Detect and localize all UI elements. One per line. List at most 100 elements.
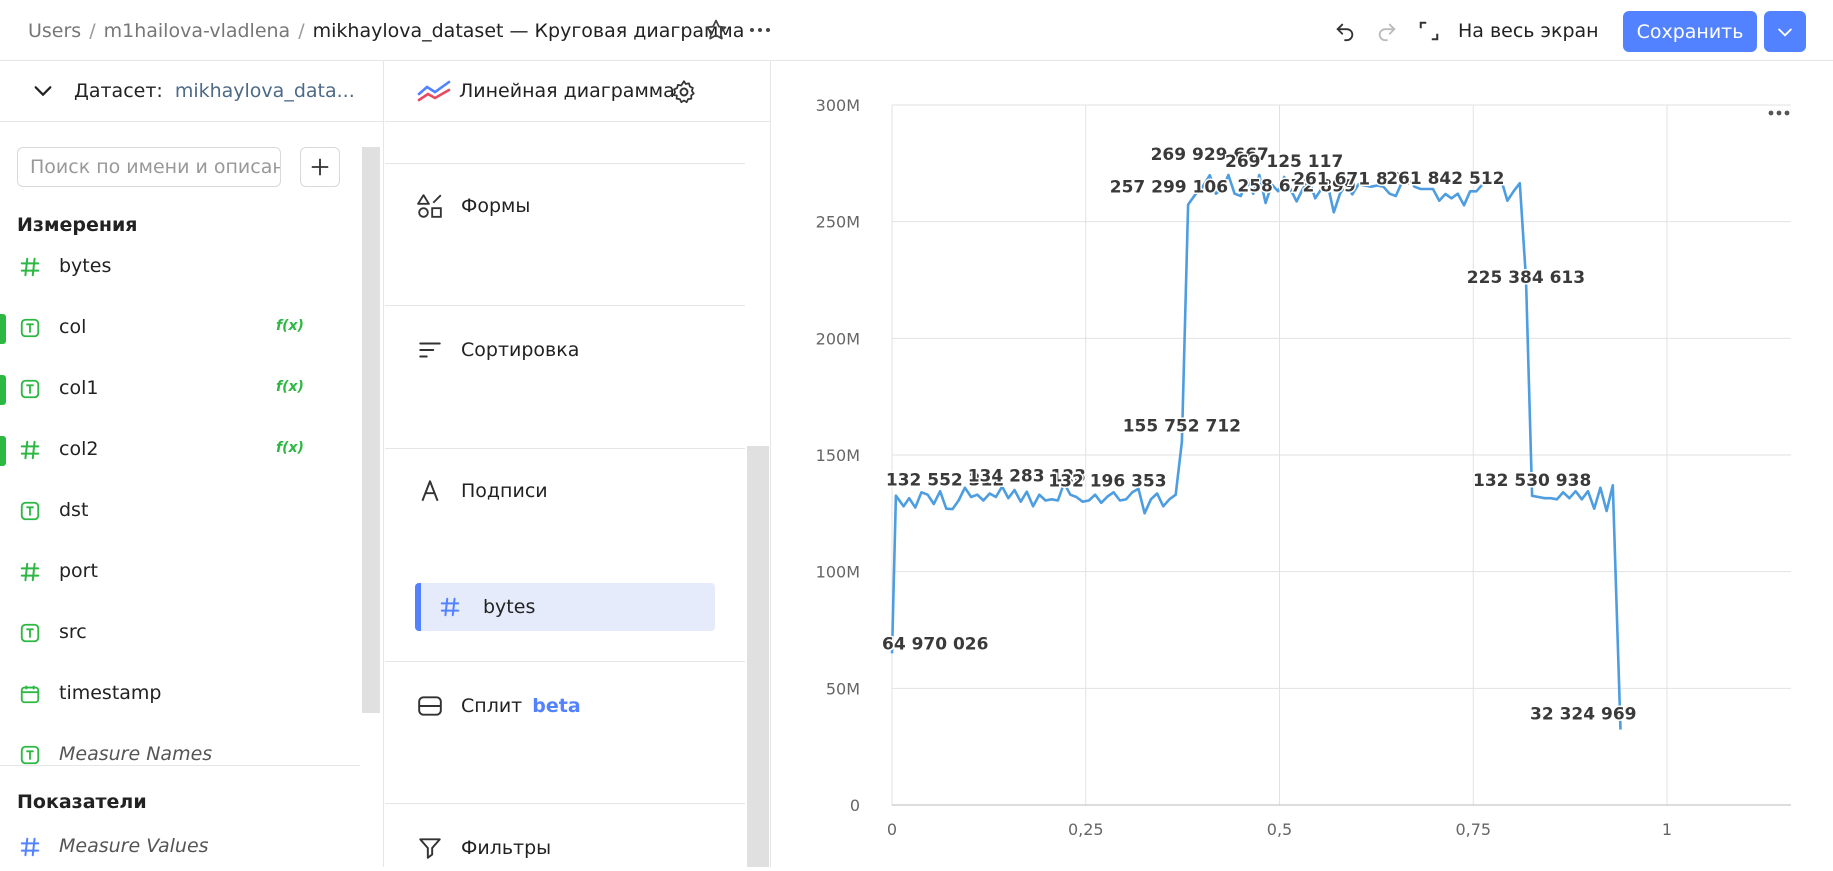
field-name: timestamp	[59, 682, 162, 704]
breadcrumb-root[interactable]: Users	[28, 20, 81, 42]
field-src[interactable]: src	[0, 605, 340, 661]
dot	[1784, 110, 1790, 116]
calendar-icon	[18, 682, 42, 706]
fullscreen-icon	[1419, 21, 1439, 40]
labels-field-chip[interactable]: bytes	[415, 583, 715, 631]
text-type-icon	[18, 377, 42, 401]
section-shapes-label: Формы	[461, 195, 531, 217]
add-field-button[interactable]	[300, 147, 340, 187]
field-measure-names[interactable]: Measure Names	[0, 727, 340, 783]
text-icon	[421, 480, 439, 502]
fields-panel: Датасет: mikhaylova_data... Поиск по име…	[0, 61, 384, 867]
section-split-label: Сплит	[461, 695, 523, 717]
field-name: col	[59, 316, 87, 338]
y-tick-label: 0	[850, 796, 860, 815]
divider	[385, 661, 745, 662]
formula-icon: f(x)	[276, 318, 304, 334]
beta-badge: beta	[532, 695, 581, 717]
field-name: port	[59, 560, 98, 582]
series-line	[890, 173, 1622, 730]
data-label: 261 842 512	[1386, 169, 1504, 189]
line-chart-icon	[417, 80, 451, 102]
field-name: Measure Values	[59, 835, 209, 857]
divider	[385, 163, 745, 164]
data-label: 257 299 106	[1110, 178, 1228, 198]
field-timestamp[interactable]: timestamp	[0, 666, 340, 722]
visualization-type-selector[interactable]: Линейная диаграмма	[385, 61, 771, 122]
data-label: 32 324 969	[1530, 705, 1636, 725]
scrollbar[interactable]	[747, 446, 769, 867]
text-type-icon	[18, 743, 42, 767]
chip-label: bytes	[483, 596, 536, 618]
formula-icon: f(x)	[276, 379, 304, 395]
section-labels-label: Подписи	[461, 480, 548, 502]
field-name: col1	[59, 377, 99, 399]
field-col2[interactable]: col2 f(x)	[0, 422, 340, 478]
undo-icon[interactable]	[1330, 16, 1360, 46]
hash-icon	[440, 597, 460, 617]
data-label: 155 752 712	[1123, 417, 1241, 437]
field-name: bytes	[59, 255, 112, 277]
calculated-marker	[0, 375, 6, 405]
y-tick-label: 100M	[816, 563, 860, 582]
redo-icon[interactable]	[1372, 16, 1402, 46]
chart-menu-icon[interactable]	[1768, 110, 1790, 116]
text-type-icon	[18, 621, 42, 645]
divider	[0, 765, 360, 766]
data-label: 132 530 938	[1473, 471, 1591, 491]
field-name: src	[59, 621, 87, 643]
save-options-button[interactable]	[1764, 11, 1806, 52]
chart-area: 0 50M 100M 150M 200M 250M 300M 0 0,25 0,5 0,75 1 64 …	[772, 61, 1833, 867]
search-input[interactable]: Поиск по имени и описани	[17, 147, 281, 187]
hash-icon	[18, 560, 42, 584]
y-tick-label: 300M	[816, 96, 860, 115]
hash-icon	[18, 438, 42, 462]
dataset-row[interactable]: Датасет: mikhaylova_data...	[0, 61, 383, 122]
scrollbar[interactable]	[362, 147, 380, 713]
formula-icon: f(x)	[276, 440, 304, 456]
section-sort-label: Сортировка	[461, 339, 580, 361]
star-icon[interactable]	[700, 14, 732, 46]
divider	[385, 803, 745, 804]
chevron-down-icon[interactable]	[32, 80, 54, 102]
page-title: mikhaylova_dataset — Круговая диаграмма	[312, 19, 745, 42]
field-name: Measure Names	[59, 743, 213, 765]
more-icon[interactable]	[744, 14, 776, 46]
breadcrumb-folder[interactable]: m1hailova-vladlena	[104, 20, 291, 42]
y-tick-label: 250M	[816, 213, 860, 232]
hash-icon	[18, 255, 42, 279]
line-chart: 0 50M 100M 150M 200M 250M 300M 0 0,25 0,5 0,75 1 64 …	[816, 96, 1791, 839]
shapes-icon	[417, 194, 442, 218]
field-bytes[interactable]: bytes	[0, 239, 340, 295]
hash-icon	[18, 835, 42, 859]
plus-icon	[311, 158, 329, 176]
visualization-panel: Линейная диаграмма Формы Сортировка Подп…	[385, 61, 771, 867]
y-tick-label: 200M	[816, 329, 860, 348]
text-type-icon	[18, 499, 42, 523]
dot	[1776, 110, 1782, 116]
dot	[1768, 110, 1774, 116]
divider	[385, 305, 745, 306]
breadcrumb: Users / m1hailova-vladlena / mikhaylova_…	[28, 0, 744, 61]
dataset-label: Датасет:	[74, 80, 163, 102]
gear-icon[interactable]	[671, 79, 697, 105]
data-label: 132 196 353	[1048, 472, 1166, 492]
field-name: dst	[59, 499, 89, 521]
divider	[385, 448, 745, 449]
breadcrumb-separator: /	[298, 19, 305, 42]
field-dst[interactable]: dst	[0, 483, 340, 539]
data-label: 225 384 613	[1467, 268, 1585, 288]
calculated-marker	[0, 314, 6, 344]
field-name: col2	[59, 438, 99, 460]
dataset-name[interactable]: mikhaylova_data...	[175, 80, 355, 102]
save-button[interactable]: Сохранить	[1623, 11, 1757, 52]
field-col1[interactable]: col1 f(x)	[0, 361, 340, 417]
x-tick-label: 0	[887, 820, 897, 839]
fullscreen-button[interactable]: На весь экран	[1418, 0, 1599, 61]
section-filters-label: Фильтры	[461, 837, 552, 859]
field-port[interactable]: port	[0, 544, 340, 600]
chevron-down-icon	[1778, 28, 1792, 37]
field-measure-values[interactable]: Measure Values	[0, 819, 340, 867]
x-tick-label: 0,5	[1267, 820, 1292, 839]
field-col[interactable]: col f(x)	[0, 300, 340, 356]
